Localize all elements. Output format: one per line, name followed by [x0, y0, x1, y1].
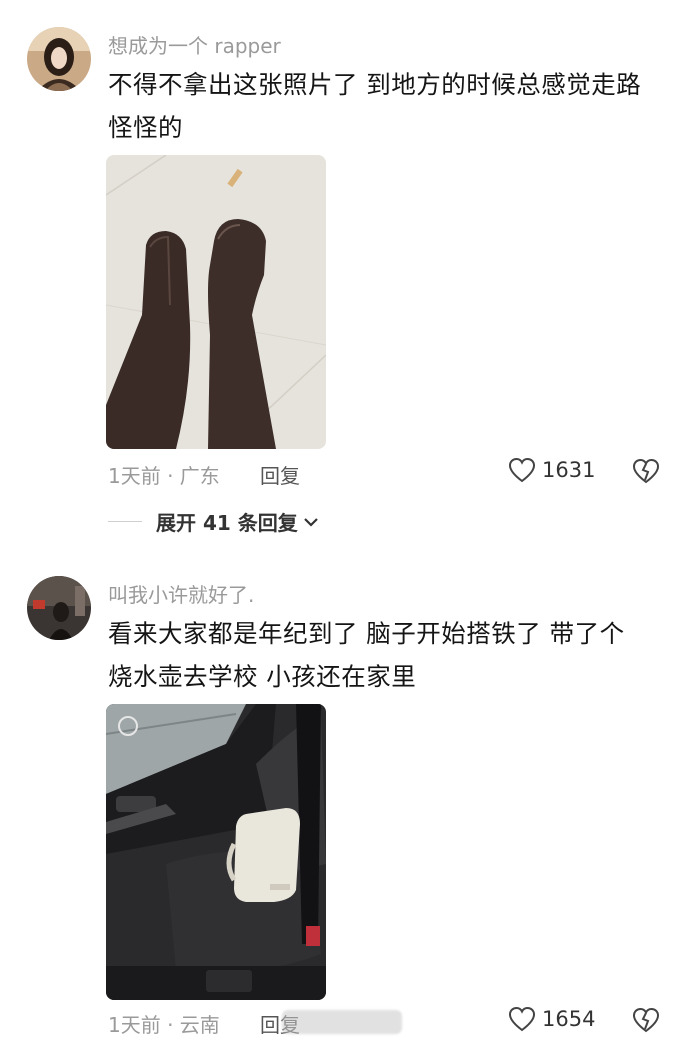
kettle-photo-icon	[106, 704, 326, 1000]
comment-text: 看来大家都是年纪到了 脑子开始搭铁了 带了个 烧水壶去学校 小孩还在家里	[108, 612, 668, 698]
watermark	[282, 1010, 402, 1034]
dislike-button[interactable]	[632, 458, 660, 488]
expand-replies-label: 展开 41 条回复	[156, 511, 298, 535]
heart-icon	[508, 1006, 536, 1032]
comment-text-line: 怪怪的	[108, 113, 183, 142]
avatar[interactable]	[27, 27, 91, 91]
like-count: 1654	[542, 1007, 596, 1031]
chevron-down-icon	[303, 517, 318, 527]
comment-time-location: 1天前 · 广东	[108, 464, 220, 488]
divider	[108, 521, 142, 522]
boots-photo-icon	[106, 155, 326, 449]
comment-time-location: 1天前 · 云南	[108, 1013, 220, 1037]
heart-icon	[508, 457, 536, 483]
comment-text: 不得不拿出这张照片了 到地方的时候总感觉走路 怪怪的	[108, 63, 668, 149]
broken-heart-icon	[632, 458, 660, 484]
broken-heart-icon	[632, 1007, 660, 1033]
comment-photo[interactable]	[106, 155, 326, 449]
expand-replies-button[interactable]: 展开 41 条回复	[108, 507, 320, 536]
comment-text-line: 看来大家都是年纪到了 脑子开始搭铁了 带了个	[108, 619, 625, 648]
reply-button[interactable]: 回复	[260, 460, 300, 489]
avatar[interactable]	[27, 576, 91, 640]
comment-text-line: 不得不拿出这张照片了 到地方的时候总感觉走路	[108, 70, 642, 99]
like-count: 1631	[542, 458, 596, 482]
comment-username[interactable]: 叫我小许就好了.	[108, 579, 254, 608]
comment-text-line: 烧水壶去学校 小孩还在家里	[108, 662, 417, 691]
comment-photo[interactable]	[106, 704, 326, 1000]
dislike-button[interactable]	[632, 1007, 660, 1037]
like-button[interactable]: 1654	[508, 1006, 595, 1032]
like-button[interactable]: 1631	[508, 457, 595, 483]
comment-username[interactable]: 想成为一个 rapper	[108, 30, 281, 59]
